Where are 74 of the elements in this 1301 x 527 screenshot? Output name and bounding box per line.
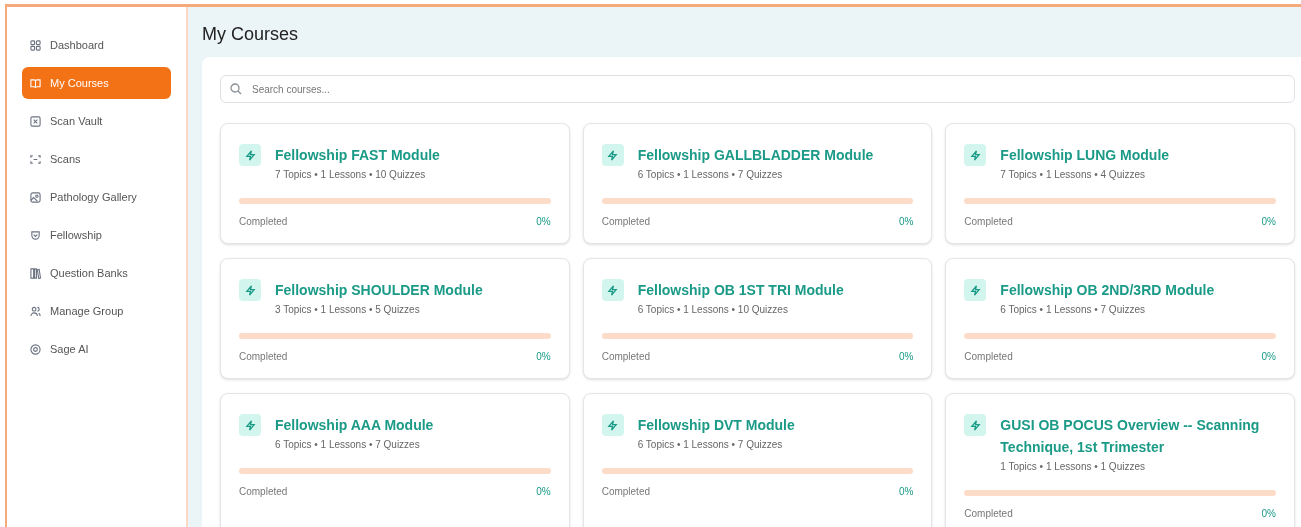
course-card[interactable]: GUSI OB POCUS Overview -- Scanning Technique, 1st Trimester 1 Topics • 1 Lessons • 1 Quizzes Completed 0% xyxy=(945,393,1295,527)
sidebar-item[interactable]: Pathology Gallery xyxy=(22,181,171,213)
sidebar-item[interactable]: Question Banks xyxy=(22,257,171,289)
sidebar-item[interactable]: Dashboard xyxy=(22,29,171,61)
sidebar-item[interactable]: Fellowship xyxy=(22,219,171,251)
progress-percent: 0% xyxy=(898,485,914,499)
progress-label: Completed xyxy=(601,485,650,499)
progress-label: Completed xyxy=(964,350,1013,364)
sidebar-item-icon xyxy=(30,39,41,51)
course-meta: 6 Topics • 1 Lessons • 7 Quizzes xyxy=(637,438,784,452)
progress-label: Completed xyxy=(964,215,1013,229)
course-meta: 6 Topics • 1 Lessons • 7 Quizzes xyxy=(1000,303,1146,317)
course-meta: 7 Topics • 1 Lessons • 4 Quizzes xyxy=(1000,168,1146,182)
sidebar-item[interactable]: Scan Vault xyxy=(22,105,171,137)
sidebar-item-icon xyxy=(30,153,41,165)
progress-percent: 0% xyxy=(898,215,914,229)
course-title[interactable]: Fellowship OB 2ND/3RD Module xyxy=(1000,279,1215,301)
course-title[interactable]: GUSI OB POCUS Overview -- Scanning Technique, 1st Trimester xyxy=(1000,414,1276,458)
course-meta: 6 Topics • 1 Lessons • 7 Quizzes xyxy=(637,168,784,182)
progress-label: Completed xyxy=(601,215,650,229)
progress-percent: 0% xyxy=(536,485,551,499)
progress-label: Completed xyxy=(239,485,288,499)
course-card[interactable]: Fellowship FAST Module 7 Topics • 1 Lessons • 10 Quizzes Completed 0% xyxy=(220,123,570,244)
sidebar-item-icon xyxy=(30,267,41,279)
course-card[interactable]: Fellowship DVT Module 6 Topics • 1 Lessons • 7 Quizzes Completed 0% xyxy=(582,393,933,527)
progress-percent: 0% xyxy=(1261,507,1276,521)
bolt-icon xyxy=(239,144,261,166)
progress-percent: 0% xyxy=(898,350,914,364)
progress-percent: 0% xyxy=(1261,215,1276,229)
search-icon xyxy=(230,83,242,95)
page-title: My Courses xyxy=(202,23,299,46)
course-title[interactable]: Fellowship SHOULDER Module xyxy=(275,279,483,301)
search-field[interactable]: Search courses... xyxy=(220,75,1295,103)
bolt-icon xyxy=(964,144,987,166)
sidebar-item-icon xyxy=(30,343,41,355)
sidebar-item-icon xyxy=(30,229,41,241)
course-card[interactable]: Fellowship GALLBLADDER Module 6 Topics • 1 Lessons • 7 Quizzes Completed 0% xyxy=(582,123,933,244)
course-card[interactable]: Fellowship LUNG Module 7 Topics • 1 Lessons • 4 Quizzes Completed 0% xyxy=(945,123,1295,244)
bolt-icon xyxy=(964,414,987,436)
course-title[interactable]: Fellowship AAA Module xyxy=(275,414,434,436)
course-title[interactable]: Fellowship LUNG Module xyxy=(1000,144,1170,166)
course-meta: 3 Topics • 1 Lessons • 5 Quizzes xyxy=(275,303,421,317)
sidebar-item-icon xyxy=(30,77,41,89)
sidebar-item[interactable]: Scans xyxy=(22,143,171,175)
progress-percent: 0% xyxy=(536,350,551,364)
bolt-icon xyxy=(964,279,987,301)
course-title[interactable]: Fellowship FAST Module xyxy=(275,144,440,166)
course-meta: 7 Topics • 1 Lessons • 10 Quizzes xyxy=(275,168,427,182)
bolt-icon xyxy=(239,414,261,436)
course-card[interactable]: Fellowship OB 2ND/3RD Module 6 Topics • 1 Lessons • 7 Quizzes Completed 0% xyxy=(945,258,1295,379)
course-card[interactable]: Fellowship SHOULDER Module 3 Topics • 1 Lessons • 5 Quizzes Completed 0% xyxy=(220,258,570,379)
progress-label: Completed xyxy=(964,507,1013,521)
course-meta: 6 Topics • 1 Lessons • 7 Quizzes xyxy=(275,438,421,452)
progress-percent: 0% xyxy=(1261,350,1276,364)
course-meta: 1 Topics • 1 Lessons • 1 Quizzes xyxy=(1000,460,1146,474)
bolt-icon xyxy=(601,144,624,166)
course-title[interactable]: Fellowship GALLBLADDER Module xyxy=(637,144,874,166)
bolt-icon xyxy=(601,279,624,301)
course-title[interactable]: Fellowship OB 1ST TRI Module xyxy=(637,279,844,301)
bolt-icon xyxy=(601,414,624,436)
bolt-icon xyxy=(239,279,261,301)
course-card[interactable]: Fellowship AAA Module 6 Topics • 1 Lessons • 7 Quizzes Completed 0% xyxy=(220,393,570,527)
course-card[interactable]: Fellowship OB 1ST TRI Module 6 Topics • 1 Lessons • 10 Quizzes Completed 0% xyxy=(582,258,933,379)
sidebar-item-icon xyxy=(30,191,41,203)
progress-label: Completed xyxy=(239,350,288,364)
course-meta: 6 Topics • 1 Lessons • 10 Quizzes xyxy=(637,303,789,317)
sidebar-item-icon xyxy=(30,305,41,317)
sidebar-item[interactable]: Manage Group xyxy=(22,295,171,327)
sidebar-item[interactable]: Sage AI xyxy=(22,333,171,365)
progress-label: Completed xyxy=(601,350,650,364)
progress-label: Completed xyxy=(239,215,288,229)
sidebar-item-icon xyxy=(30,115,41,127)
progress-percent: 0% xyxy=(536,215,551,229)
course-title[interactable]: Fellowship DVT Module xyxy=(637,414,795,436)
